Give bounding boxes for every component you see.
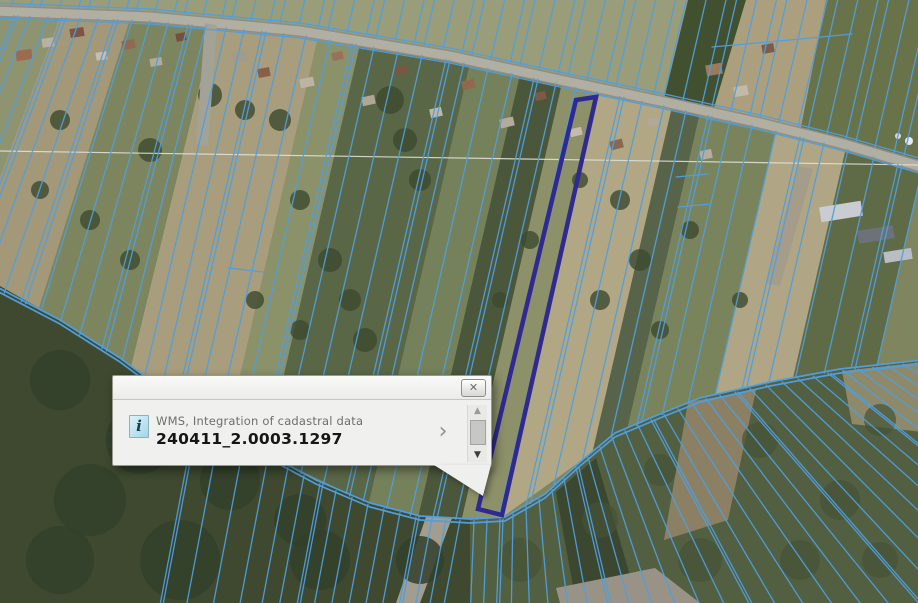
map-viewport[interactable]: ✕ i WMS, Integration of cadastral data 2… xyxy=(0,0,918,603)
parcel-id: 240411_2.0003.1297 xyxy=(156,430,343,448)
popup-pointer xyxy=(434,465,491,496)
chevron-right-icon[interactable]: › xyxy=(433,420,453,444)
popup-scrollbar[interactable]: ▲ ▼ xyxy=(467,405,487,462)
close-icon: ✕ xyxy=(468,381,479,394)
info-icon: i xyxy=(129,415,149,438)
identify-popup: ✕ i WMS, Integration of cadastral data 2… xyxy=(112,375,492,466)
close-button[interactable]: ✕ xyxy=(461,379,486,397)
feature-info: WMS, Integration of cadastral data 24041… xyxy=(156,414,426,448)
popup-header[interactable]: ✕ xyxy=(113,376,491,400)
scroll-down-icon[interactable]: ▼ xyxy=(468,449,487,461)
aerial-map[interactable] xyxy=(0,0,918,603)
layer-source-label: WMS, Integration of cadastral data xyxy=(156,414,364,428)
scroll-up-icon[interactable]: ▲ xyxy=(468,405,487,417)
scroll-thumb[interactable] xyxy=(470,420,486,445)
